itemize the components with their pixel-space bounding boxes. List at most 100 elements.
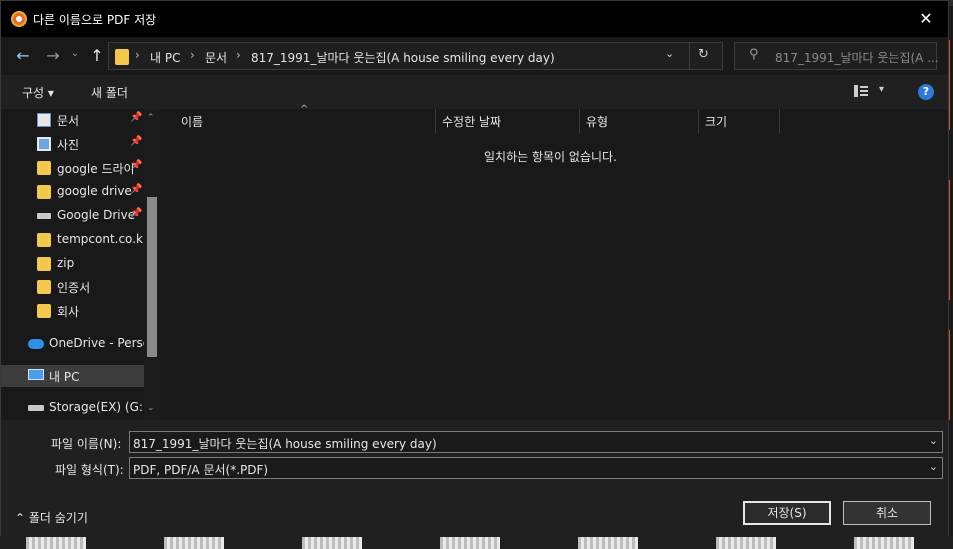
nav-item-google-drive[interactable]: Google Drive 📌 bbox=[1, 205, 144, 227]
pin-icon: 📌 bbox=[130, 136, 143, 147]
filetype-value: PDF, PDF/A 문서(*.PDF) bbox=[133, 463, 269, 477]
nav-item-storage-g[interactable]: Storage(EX) (G:) bbox=[1, 397, 148, 419]
search-input[interactable]: ⚲ 817_1991_날마다 웃는집(A ... bbox=[734, 42, 939, 70]
onedrive-icon bbox=[28, 339, 44, 349]
breadcrumb-pc[interactable]: 내 PC bbox=[150, 49, 180, 66]
navigation-pane: 문서 📌 사진 📌 google 드라이 📌 google drive 📌 Go… bbox=[1, 109, 162, 420]
scroll-up-icon[interactable]: ⌃ bbox=[147, 113, 155, 123]
chevron-right-icon: › bbox=[236, 48, 241, 62]
nav-item-label: google drive bbox=[57, 184, 132, 198]
nav-item-label: 사진 bbox=[57, 138, 80, 152]
forward-arrow-icon[interactable]: → bbox=[43, 46, 63, 66]
sort-indicator-icon: ^ bbox=[300, 104, 309, 115]
filetype-label: 파일 형식(T): bbox=[55, 463, 124, 477]
background-thumbnail bbox=[164, 537, 224, 549]
column-header-size[interactable]: 크기 bbox=[705, 113, 727, 130]
document-icon bbox=[37, 113, 51, 127]
column-divider[interactable] bbox=[779, 109, 780, 133]
breadcrumb-current-folder[interactable]: 817_1991_날마다 웃는집(A house smiling every d… bbox=[251, 49, 555, 66]
folder-icon bbox=[37, 233, 51, 247]
chevron-down-icon[interactable]: ⌄ bbox=[929, 434, 938, 447]
pin-icon: 📌 bbox=[130, 208, 143, 219]
nav-item-label: 인증서 bbox=[57, 281, 91, 295]
command-toolbar: 구성 ▾ 새 폴더 ▾ ? bbox=[1, 75, 948, 109]
save-form: 파일 이름(N): 817_1991_날마다 웃는집(A house smili… bbox=[1, 420, 948, 537]
nav-item-tempcont[interactable]: tempcont.co.kr bbox=[1, 229, 148, 251]
nav-item-label: OneDrive - Person bbox=[49, 336, 158, 350]
close-icon[interactable]: ✕ bbox=[916, 9, 936, 29]
address-bar[interactable]: › 내 PC › 문서 › 817_1991_날마다 웃는집(A house s… bbox=[108, 42, 723, 70]
up-arrow-icon[interactable]: ↑ bbox=[87, 46, 107, 66]
background-thumbnail bbox=[854, 537, 914, 549]
pin-icon: 📌 bbox=[130, 184, 143, 195]
nav-item-label: tempcont.co.kr bbox=[57, 232, 148, 246]
scrollbar-thumb[interactable] bbox=[147, 197, 157, 357]
nav-item-zip[interactable]: zip bbox=[1, 253, 144, 275]
file-list[interactable]: ^ 이름 수정한 날짜 유형 크기 일치하는 항목이 없습니다. bbox=[162, 104, 948, 420]
title-bar[interactable]: 다른 이름으로 PDF 저장 ✕ bbox=[1, 1, 948, 37]
nav-item-this-pc[interactable]: 내 PC bbox=[1, 365, 144, 387]
folder-icon bbox=[37, 280, 51, 294]
folder-icon bbox=[115, 49, 129, 65]
drive-icon bbox=[28, 405, 44, 411]
background-thumbnail bbox=[440, 537, 500, 549]
back-arrow-icon[interactable]: ← bbox=[13, 46, 33, 66]
folder-icon bbox=[37, 257, 51, 271]
nav-item-label: google 드라이 bbox=[57, 162, 135, 176]
background-thumbnail bbox=[26, 537, 86, 549]
column-header-date-modified[interactable]: 수정한 날짜 bbox=[442, 113, 501, 130]
chevron-right-icon: › bbox=[190, 48, 195, 62]
nav-item-documents[interactable]: 문서 📌 bbox=[1, 109, 144, 131]
nav-item-google-drive-folder[interactable]: google drive 📌 bbox=[1, 181, 144, 203]
pin-icon: 📌 bbox=[130, 160, 143, 171]
refresh-icon[interactable]: ↻ bbox=[698, 47, 709, 62]
drive-icon bbox=[37, 213, 51, 219]
search-icon: ⚲ bbox=[749, 47, 759, 62]
divider bbox=[689, 43, 690, 69]
pictures-icon bbox=[37, 137, 51, 151]
chevron-right-icon: › bbox=[135, 48, 140, 62]
nav-item-label: zip bbox=[57, 256, 75, 270]
nav-item-label: 회사 bbox=[57, 305, 80, 319]
folder-icon bbox=[37, 185, 51, 199]
chevron-down-icon[interactable]: ⌄ bbox=[929, 460, 938, 473]
view-options-icon[interactable] bbox=[854, 85, 868, 97]
save-button[interactable]: 저장(S) bbox=[743, 501, 831, 525]
background-thumbnail bbox=[302, 537, 362, 549]
nav-item-pictures[interactable]: 사진 📌 bbox=[1, 133, 144, 155]
folder-icon bbox=[37, 304, 51, 318]
pin-icon: 📌 bbox=[130, 112, 143, 123]
nav-item-label: Storage(EX) (G:) bbox=[49, 400, 148, 414]
empty-folder-message: 일치하는 항목이 없습니다. bbox=[484, 150, 617, 164]
dialog-title: 다른 이름으로 PDF 저장 bbox=[33, 13, 157, 27]
folder-icon bbox=[37, 161, 51, 175]
filetype-select[interactable]: PDF, PDF/A 문서(*.PDF) ⌄ bbox=[129, 457, 943, 479]
filename-input[interactable]: 817_1991_날마다 웃는집(A house smiling every d… bbox=[129, 431, 943, 453]
nav-item-company[interactable]: 회사 bbox=[1, 300, 144, 322]
filename-value: 817_1991_날마다 웃는집(A house smiling every d… bbox=[133, 437, 437, 451]
column-divider[interactable] bbox=[579, 109, 580, 133]
organize-button[interactable]: 구성 ▾ bbox=[22, 84, 54, 101]
column-header-type[interactable]: 유형 bbox=[586, 113, 608, 130]
column-divider[interactable] bbox=[435, 109, 436, 133]
help-icon[interactable]: ? bbox=[918, 84, 934, 100]
recent-locations-icon[interactable]: ⌄ bbox=[65, 44, 85, 64]
nav-item-label: 내 PC bbox=[49, 370, 80, 384]
column-divider[interactable] bbox=[698, 109, 699, 133]
nav-item-certificates[interactable]: 인증서 bbox=[1, 276, 144, 298]
new-folder-button[interactable]: 새 폴더 bbox=[91, 84, 128, 101]
chevron-down-icon[interactable]: ▾ bbox=[879, 84, 884, 95]
column-header-name[interactable]: 이름 bbox=[181, 113, 203, 130]
cancel-button[interactable]: 취소 bbox=[843, 501, 931, 525]
breadcrumb-documents[interactable]: 문서 bbox=[205, 49, 227, 66]
chevron-down-icon[interactable]: ⌄ bbox=[665, 47, 674, 60]
scroll-down-icon[interactable]: ⌄ bbox=[147, 403, 155, 413]
nav-item-label: Google Drive bbox=[57, 208, 136, 222]
pc-icon bbox=[28, 369, 44, 380]
search-placeholder: 817_1991_날마다 웃는집(A ... bbox=[775, 51, 939, 65]
hide-folders-toggle[interactable]: ⌃ 폴더 숨기기 bbox=[15, 509, 88, 526]
nav-item-onedrive[interactable]: OneDrive - Person bbox=[1, 333, 158, 355]
nav-item-label: 문서 bbox=[57, 114, 80, 128]
nav-item-google-drive-kr[interactable]: google 드라이 📌 bbox=[1, 157, 144, 179]
save-as-dialog: 다른 이름으로 PDF 저장 ✕ ← → ⌄ ↑ › 내 PC › 문서 › 8… bbox=[0, 0, 949, 537]
